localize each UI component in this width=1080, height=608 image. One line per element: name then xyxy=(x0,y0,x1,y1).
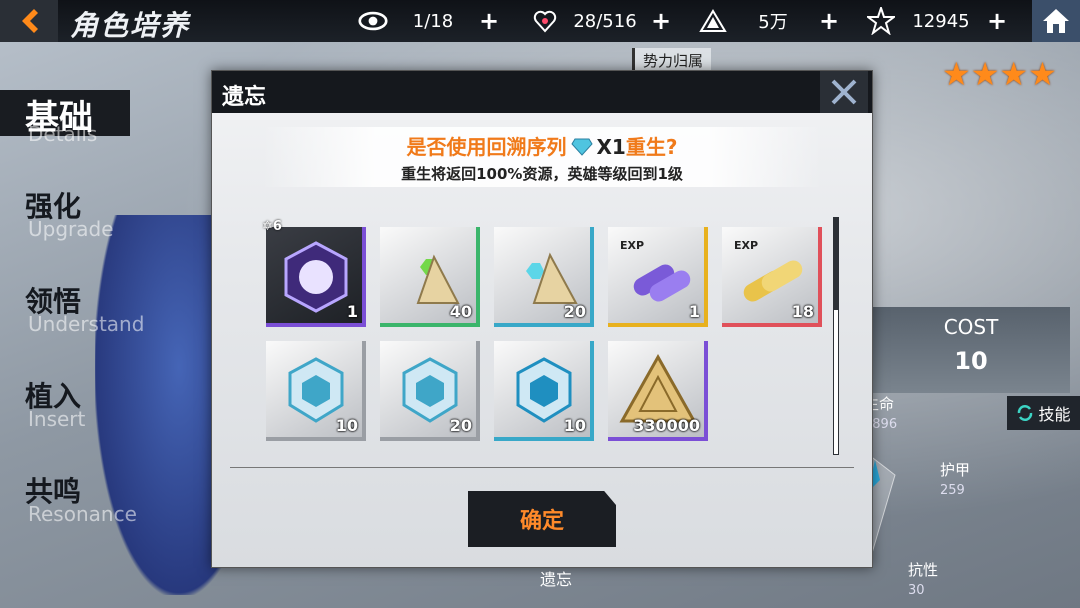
star-icon: ★ xyxy=(1028,55,1057,93)
resource-value: 5万 xyxy=(758,12,788,33)
confirm-subtitle: 重生将返回100%资源，英雄等级回到1级 xyxy=(401,165,683,183)
dialog-title: 遗忘 xyxy=(222,85,267,110)
star-icon: ★ xyxy=(970,55,1000,93)
cost-label: COST xyxy=(943,315,999,339)
forget-dialog: 遗忘 是否使用回溯序列 X1重生? 重生将返回100%资源，英雄等级回到1级 ✡6… xyxy=(211,70,873,568)
item-count: 1 xyxy=(346,302,358,321)
star-icon: ★ xyxy=(999,55,1029,93)
item-count: 10 xyxy=(563,416,586,435)
sidebar-nav: 基础 Details 强化 Upgrade 领悟 Understand 植入 I… xyxy=(0,80,210,555)
stat-value: 259 xyxy=(940,483,965,498)
item-count: 18 xyxy=(791,302,814,321)
stat-label: 抗性 xyxy=(908,561,939,579)
reward-item-teal-crystal[interactable]: 20 xyxy=(494,227,594,327)
reward-item-module-chip[interactable]: 10 xyxy=(494,341,594,441)
scrollbar-thumb[interactable] xyxy=(833,309,839,455)
reward-item-module-chip[interactable]: 20 xyxy=(380,341,480,441)
item-count: 40 xyxy=(449,302,472,321)
sidebar-item-details[interactable]: 基础 Details xyxy=(0,80,210,175)
item-count: 1 xyxy=(688,302,700,321)
sidebar-item-sublabel: Resonance xyxy=(28,502,137,526)
question-suffix: 重生? xyxy=(625,135,678,159)
stat-resist: 抗性 30 xyxy=(908,559,938,598)
stat-value: 30 xyxy=(908,583,925,598)
svg-text:EXP: EXP xyxy=(734,239,758,252)
confirm-banner: 是否使用回溯序列 X1重生? 重生将返回100%资源，英雄等级回到1级 xyxy=(262,127,822,187)
resource-value: 12945 xyxy=(912,10,970,32)
skill-button-label: 技能 xyxy=(1038,405,1071,424)
sidebar-item-sublabel: Upgrade xyxy=(28,217,114,241)
question-qty: X1 xyxy=(596,135,626,159)
stat-label: 护甲 xyxy=(940,461,971,479)
resource-value: 1/18 xyxy=(412,10,454,32)
item-count: 20 xyxy=(449,416,472,435)
star-icon: ★ xyxy=(942,55,971,93)
item-count: 20 xyxy=(563,302,586,321)
sequence-gem-icon xyxy=(570,137,593,156)
confirm-question: 是否使用回溯序列 X1重生? xyxy=(262,131,822,160)
cost-value: 10 xyxy=(954,347,988,375)
back-arrow-icon xyxy=(22,9,38,33)
add-resource-button[interactable]: + xyxy=(986,7,1008,35)
sidebar-item-insert[interactable]: 植入 Insert xyxy=(0,365,210,460)
back-button[interactable] xyxy=(0,0,58,42)
triangle-token-icon xyxy=(698,7,728,35)
forget-tab-label[interactable]: 遗忘 xyxy=(540,566,572,590)
home-icon xyxy=(1043,9,1069,33)
close-icon xyxy=(831,79,857,105)
resource-value: 28/516 xyxy=(573,10,637,32)
star-crystal-icon xyxy=(866,7,896,35)
item-count: 330000 xyxy=(633,416,700,435)
dialog-header: 遗忘 xyxy=(212,71,872,113)
reward-item-gold-exp-capsule[interactable]: EXP 18 xyxy=(722,227,822,327)
cost-box: COST 10 xyxy=(872,307,1070,393)
sidebar-item-resonance[interactable]: 共鸣 Resonance xyxy=(0,460,210,555)
refresh-icon xyxy=(1018,405,1033,421)
top-bar: 角色培养 1/18 + 28/516 + 5万 + 12945 + xyxy=(0,0,1080,42)
level-badge: ✡6 xyxy=(262,219,282,234)
resource-crystal: 12945 + xyxy=(866,7,1008,35)
resource-token: 5万 + xyxy=(698,7,840,35)
sidebar-item-understand[interactable]: 领悟 Understand xyxy=(0,270,210,365)
add-resource-button[interactable]: + xyxy=(478,7,500,35)
resource-heart: 28/516 + xyxy=(530,7,672,35)
svg-text:EXP: EXP xyxy=(620,239,644,252)
close-button[interactable] xyxy=(820,71,868,113)
reward-item-purple-exp-capsule[interactable]: EXP 1 xyxy=(608,227,708,327)
home-button[interactable] xyxy=(1032,0,1080,42)
eye-icon xyxy=(358,7,388,35)
reward-item-gold-token[interactable]: 330000 xyxy=(608,341,708,441)
confirm-button[interactable]: 确定 xyxy=(468,491,616,547)
item-count: 10 xyxy=(335,416,358,435)
resource-eye: 1/18 + xyxy=(358,7,500,35)
divider xyxy=(230,467,854,468)
exp-capsule-icon: EXP xyxy=(620,239,691,302)
star-rating: ★ ★ ★ ★ xyxy=(942,58,1057,90)
heart-icon xyxy=(530,7,560,35)
sidebar-item-sublabel: Insert xyxy=(28,407,86,431)
reward-item-module-chip[interactable]: 10 xyxy=(266,341,366,441)
sidebar-item-upgrade[interactable]: 强化 Upgrade xyxy=(0,175,210,270)
hero-shard-icon xyxy=(284,241,348,313)
reward-scrollbar[interactable] xyxy=(833,217,839,455)
skill-button[interactable]: 技能 xyxy=(1007,396,1080,430)
add-resource-button[interactable]: + xyxy=(650,7,672,35)
add-resource-button[interactable]: + xyxy=(818,7,840,35)
sidebar-item-label: 基础 xyxy=(25,98,93,138)
reward-item-hero-shard[interactable]: ✡6 1 xyxy=(262,219,366,327)
stat-armor: 护甲 259 xyxy=(940,459,970,498)
sidebar-item-sublabel: Understand xyxy=(28,312,145,336)
question-prefix: 是否使用回溯序列 xyxy=(406,135,567,159)
reward-item-green-crystal[interactable]: 40 xyxy=(380,227,480,327)
page-title: 角色培养 xyxy=(70,9,191,42)
